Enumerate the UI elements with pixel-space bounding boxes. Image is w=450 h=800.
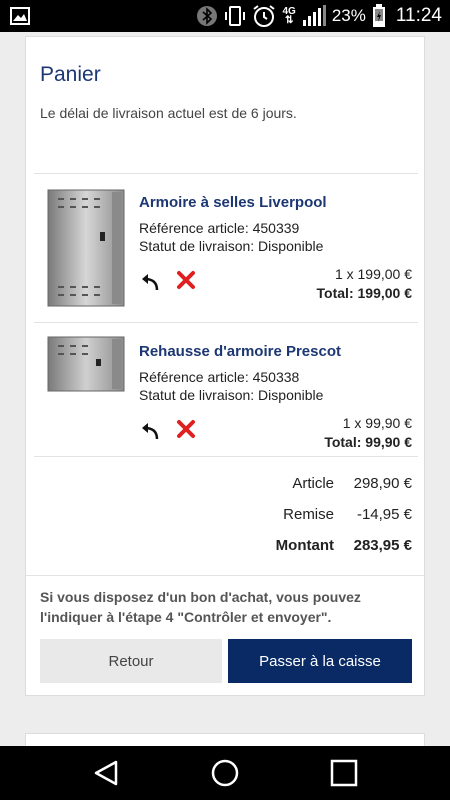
delivery-notice: Le délai de livraison actuel est de 6 jo… [40, 105, 297, 121]
delete-icon[interactable] [176, 419, 196, 439]
back-nav-icon[interactable] [92, 759, 120, 787]
signal-icon [302, 5, 326, 26]
divider [34, 456, 418, 457]
undo-icon[interactable] [139, 272, 161, 292]
quantity-price: 1 x 99,90 € [342, 415, 412, 431]
delivery-status: Statut de livraison: Disponible [139, 387, 324, 403]
divider [26, 575, 424, 576]
product-name[interactable]: Armoire à selles Liverpool [139, 194, 327, 211]
voucher-notice: Si vous disposez d'un bon d'achat, vous … [40, 589, 361, 625]
checkout-button[interactable]: Passer à la caisse [228, 639, 412, 683]
summary-amount-row: Montant 283,95 € [26, 537, 426, 559]
cart-item: Rehausse d'armoire Prescot Référence art… [26, 323, 426, 455]
home-nav-icon[interactable] [211, 759, 239, 787]
recents-nav-icon[interactable] [330, 759, 358, 787]
summary-article-value: 298,90 € [353, 475, 412, 492]
bluetooth-icon [197, 6, 218, 26]
vibrate-icon [225, 6, 246, 26]
product-image[interactable] [46, 335, 126, 393]
data-arrows-icon: ⇅ [284, 15, 294, 26]
summary-amount-label: Montant [275, 537, 334, 554]
alarm-icon [253, 5, 276, 27]
product-reference: Référence article: 450339 [139, 220, 300, 236]
item-total: Total: 199,00 € [316, 285, 412, 301]
clock: 11:24 [395, 5, 442, 26]
status-bar: 4G ⇅ 23% 11:24 [0, 0, 450, 32]
product-reference: Référence article: 450338 [139, 369, 300, 385]
cart-card: Panier Le délai de livraison actuel est … [25, 36, 425, 696]
product-name[interactable]: Rehausse d'armoire Prescot [139, 343, 341, 360]
summary-amount-value: 283,95 € [353, 537, 412, 554]
quantity-price: 1 x 199,00 € [334, 266, 412, 282]
delivery-status: Statut de livraison: Disponible [139, 238, 324, 254]
battery-percent: 23% [331, 6, 366, 25]
product-image[interactable] [46, 188, 126, 308]
summary-discount-label: Remise [283, 506, 334, 523]
navigation-bar [0, 746, 450, 800]
summary-discount-value: -14,95 € [356, 506, 412, 523]
image-icon [10, 7, 30, 25]
network-indicator: 4G ⇅ [282, 7, 295, 26]
undo-icon[interactable] [139, 421, 161, 441]
summary-article-label: Article [292, 475, 334, 492]
page-title: Panier [40, 63, 101, 86]
summary-discount-row: Remise -14,95 € [26, 506, 426, 528]
delete-icon[interactable] [176, 270, 196, 290]
summary-article-row: Article 298,90 € [26, 475, 426, 497]
battery-icon [372, 4, 385, 27]
back-button[interactable]: Retour [40, 639, 222, 683]
cart-item: Armoire à selles Liverpool Référence art… [26, 174, 426, 322]
item-total: Total: 99,90 € [324, 434, 412, 450]
